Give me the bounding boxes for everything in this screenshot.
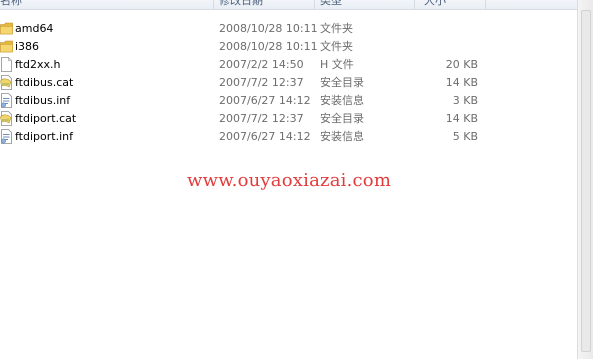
column-divider[interactable] [314,0,315,9]
column-divider[interactable] [213,0,214,9]
file-row[interactable]: ftdiport.cat 2007/7/2 12:37 安全目录 14 KB [0,110,578,128]
file-row[interactable]: ftdibus.cat 2007/7/2 12:37 安全目录 14 KB [0,74,578,92]
file-row[interactable]: ftdiport.inf 2007/6/27 14:12 安装信息 5 KB [0,128,578,146]
setup-info-icon [1,129,12,144]
column-header-type[interactable]: 类型 [320,0,342,8]
folder-icon [0,40,13,53]
file-size: 14 KB [445,76,478,89]
file-type: 文件夹 [320,22,353,35]
column-header-name[interactable]: 名称 [0,0,22,8]
setup-info-icon [1,93,12,108]
file-size: 3 KB [452,94,478,107]
file-date: 2007/6/27 14:12 [219,94,311,107]
file-size: 20 KB [445,58,478,71]
file-date: 2008/10/28 10:11 [219,40,318,53]
file-row[interactable]: amd64 2008/10/28 10:11 文件夹 [0,20,578,38]
file-type: 文件夹 [320,40,353,53]
file-name: amd64 [15,22,54,35]
folder-icon [0,22,13,35]
catalog-icon [0,75,12,90]
column-header-size[interactable]: 大小 [424,0,446,8]
file-size [420,20,478,38]
column-divider[interactable] [485,0,486,9]
column-divider[interactable] [414,0,415,9]
file-date: 2007/7/2 12:37 [219,112,304,125]
file-name: ftd2xx.h [15,58,61,71]
file-type: 安装信息 [320,94,364,107]
file-date: 2008/10/28 10:11 [219,22,318,35]
scrollbar-thumb[interactable] [581,10,591,352]
file-name: ftdibus.cat [15,76,74,89]
file-size: 14 KB [445,112,478,125]
file-row[interactable]: ftdibus.inf 2007/6/27 14:12 安装信息 3 KB [0,92,578,110]
file-row[interactable]: i386 2008/10/28 10:11 文件夹 [0,38,578,56]
file-explorer-window: 名称 修改日期 类型 大小 amd64 2008/10/28 10:11 文件夹 [0,0,593,359]
catalog-icon [0,111,12,126]
file-size: 5 KB [452,130,478,143]
file-type: H 文件 [320,58,354,71]
watermark-url: www.ouyaoxiazai.com [187,170,392,191]
file-name: ftdiport.inf [15,130,73,143]
file-type: 安全目录 [320,76,364,89]
file-list: amd64 2008/10/28 10:11 文件夹 i386 2008/10/… [0,20,578,146]
file-name: ftdiport.cat [15,112,77,125]
file-icon [1,57,12,72]
column-header-date[interactable]: 修改日期 [219,0,263,8]
file-name: ftdibus.inf [15,94,71,107]
file-date: 2007/6/27 14:12 [219,130,311,143]
file-row[interactable]: ftd2xx.h 2007/2/2 14:50 H 文件 20 KB [0,56,578,74]
file-date: 2007/2/2 14:50 [219,58,304,71]
file-size [420,38,478,56]
file-type: 安装信息 [320,130,364,143]
file-type: 安全目录 [320,112,364,125]
column-header-bar: 名称 修改日期 类型 大小 [0,0,578,10]
file-date: 2007/7/2 12:37 [219,76,304,89]
file-name: i386 [15,40,40,53]
vertical-scrollbar[interactable] [577,0,593,359]
